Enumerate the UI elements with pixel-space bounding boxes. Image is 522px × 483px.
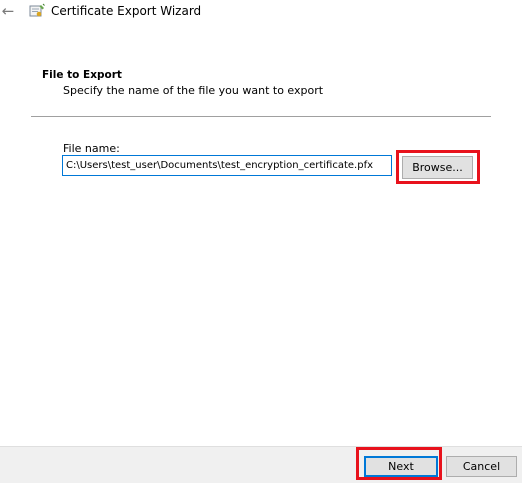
file-name-input[interactable] <box>62 155 392 176</box>
header-divider <box>31 116 491 117</box>
certificate-export-wizard-window: ← Certificate Export Wizard File to Expo… <box>0 0 522 483</box>
footer-bar <box>0 446 522 483</box>
page-subtitle: Specify the name of the file you want to… <box>63 84 324 97</box>
certificate-wizard-icon <box>29 3 45 17</box>
title-bar: ← Certificate Export Wizard <box>0 0 522 22</box>
next-button[interactable]: Next <box>364 456 438 477</box>
window-title: Certificate Export Wizard <box>51 4 202 18</box>
back-arrow-icon[interactable]: ← <box>0 2 16 20</box>
file-name-label: File name: <box>63 142 120 155</box>
cancel-button[interactable]: Cancel <box>446 456 517 477</box>
page-title: File to Export <box>42 69 122 81</box>
browse-button[interactable]: Browse... <box>402 156 473 179</box>
